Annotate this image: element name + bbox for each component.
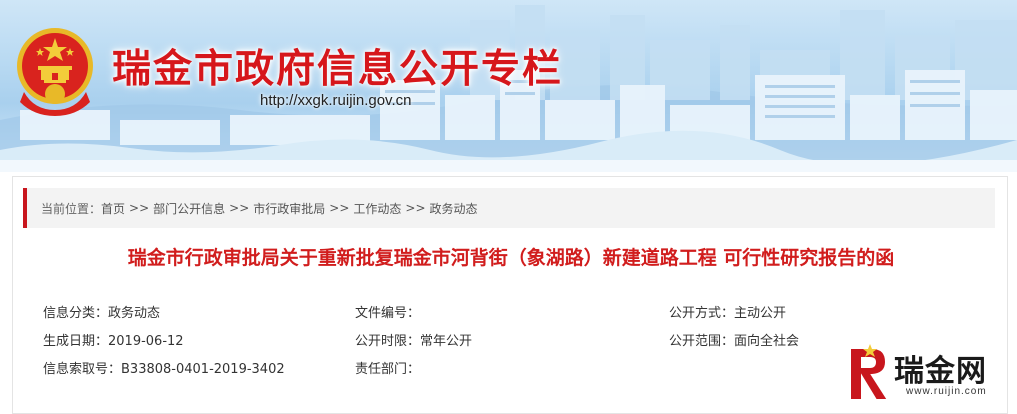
watermark-text: 瑞金网 [894, 354, 987, 389]
breadcrumb-item-gov-news[interactable]: 政务动态 [430, 200, 478, 217]
meta-value: 常年公开 [420, 334, 473, 349]
meta-label: 公开范围： [669, 334, 735, 349]
meta-file-number: 文件编号： [355, 305, 669, 322]
meta-label: 信息分类： [43, 306, 109, 321]
header-banner: 瑞金市政府信息公开专栏 http://xxgk.ruijin.gov.cn [0, 0, 1017, 172]
meta-label: 信息索取号： [43, 362, 122, 377]
meta-index-number: 信息索取号：B33808-0401-2019-3402 [43, 361, 355, 378]
meta-category: 信息分类：政务动态 [43, 305, 355, 322]
ruijin-watermark-logo: 瑞金网 www.ruijin.com [842, 342, 1012, 408]
meta-value: 主动公开 [734, 306, 787, 321]
breadcrumb-item-bureau[interactable]: 市行政审批局 [253, 200, 325, 217]
breadcrumb-separator: >> [405, 201, 426, 215]
breadcrumb: 当前位置： 首页 >> 部门公开信息 >> 市行政审批局 >> 工作动态 >> … [23, 188, 995, 228]
document-title: 瑞金市行政审批局关于重新批复瑞金市河背街（象湖路）新建道路工程 可行性研究报告的… [127, 247, 895, 269]
meta-created-date: 生成日期：2019-06-12 [43, 333, 355, 350]
meta-value: B33808-0401-2019-3402 [121, 362, 285, 377]
meta-value: 2019-06-12 [108, 334, 184, 349]
meta-value: 面向全社会 [734, 334, 800, 349]
breadcrumb-item-department[interactable]: 部门公开信息 [153, 200, 225, 217]
meta-label: 文件编号： [355, 306, 421, 321]
meta-label: 公开方式： [669, 306, 735, 321]
meta-responsible-dept: 责任部门： [355, 361, 669, 378]
meta-publish-period: 公开时限：常年公开 [355, 333, 669, 350]
banner-url[interactable]: http://xxgk.ruijin.gov.cn [260, 92, 411, 109]
ruijin-logo-icon [849, 344, 890, 401]
breadcrumb-item-home[interactable]: 首页 [101, 200, 125, 217]
breadcrumb-separator: >> [229, 201, 250, 215]
breadcrumb-prefix: 当前位置： [41, 201, 102, 216]
meta-value: 政务动态 [108, 306, 161, 321]
meta-label: 责任部门： [355, 362, 421, 377]
breadcrumb-item-work-news[interactable]: 工作动态 [353, 200, 401, 217]
meta-label: 公开时限： [355, 334, 421, 349]
meta-publish-method: 公开方式：主动公开 [669, 305, 969, 322]
meta-label: 生成日期： [43, 334, 109, 349]
national-emblem-icon [17, 28, 93, 116]
breadcrumb-separator: >> [129, 201, 150, 215]
watermark-url: www.ruijin.com [906, 386, 987, 397]
banner-title: 瑞金市政府信息公开专栏 [112, 47, 564, 92]
breadcrumb-separator: >> [329, 201, 350, 215]
